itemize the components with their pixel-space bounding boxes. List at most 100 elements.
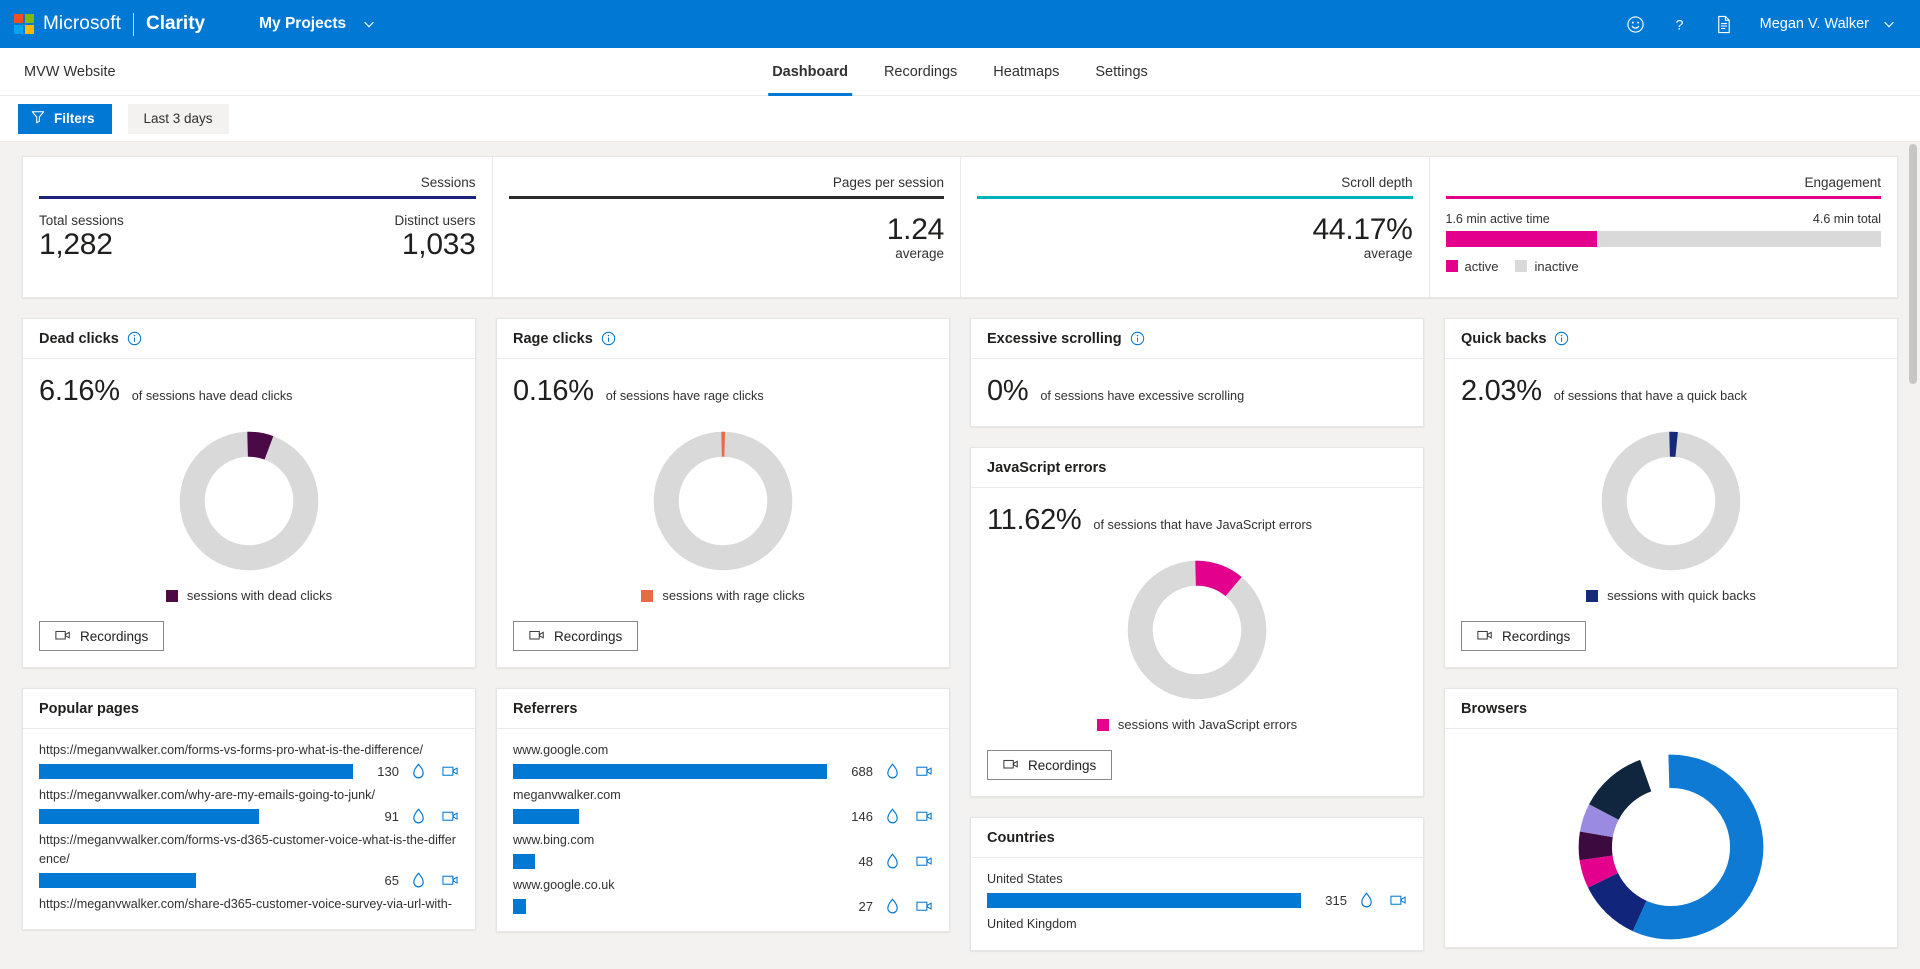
heatmap-icon[interactable] — [885, 808, 900, 825]
javascript-errors-percent: 11.62% — [987, 504, 1081, 537]
video-camera-icon[interactable] — [442, 765, 459, 777]
filter-icon — [31, 110, 45, 127]
countries-list: United States 315 — [971, 858, 1423, 950]
card-countries: Countries United States 315 — [970, 817, 1424, 951]
summary-scroll-depth: Scroll depth 44.17% average — [960, 157, 1429, 297]
distinct-users-label: Distinct users — [394, 213, 475, 228]
dead-clicks-legend-label: sessions with dead clicks — [187, 588, 332, 603]
tab-dashboard-label: Dashboard — [772, 64, 848, 80]
dead-clicks-title: Dead clicks — [39, 331, 119, 347]
chevron-down-icon — [1882, 17, 1896, 31]
card-popular-pages: Popular pages https://meganvwalker.com/f… — [22, 688, 476, 930]
pages-per-session-rule — [509, 196, 945, 199]
rage-clicks-legend-label: sessions with rage clicks — [662, 588, 804, 603]
info-icon[interactable] — [1130, 331, 1145, 346]
engagement-title: Engagement — [1446, 175, 1882, 190]
popular-page-value: 65 — [365, 873, 399, 888]
referrer-label: www.bing.com — [513, 831, 933, 850]
video-camera-icon[interactable] — [1390, 894, 1407, 906]
column-4: Quick backs 2.03% of sessions that have … — [1444, 318, 1898, 948]
filters-button[interactable]: Filters — [18, 104, 112, 134]
referrer-label: www.google.com — [513, 741, 933, 760]
info-icon[interactable] — [127, 331, 142, 346]
user-name-label: Megan V. Walker — [1760, 16, 1869, 32]
tab-recordings[interactable]: Recordings — [866, 48, 975, 96]
summary-pages-per-session: Pages per session 1.24 average — [492, 157, 961, 297]
heatmap-icon[interactable] — [411, 872, 426, 889]
video-camera-icon[interactable] — [442, 874, 459, 886]
info-icon[interactable] — [601, 331, 616, 346]
heatmap-icon[interactable] — [885, 763, 900, 780]
scrollbar-thumb[interactable] — [1909, 144, 1917, 384]
rage-clicks-donut — [497, 408, 949, 580]
rage-clicks-legend: sessions with rage clicks — [497, 580, 949, 603]
tab-heatmaps[interactable]: Heatmaps — [975, 48, 1077, 96]
heatmap-icon[interactable] — [885, 853, 900, 870]
rage-clicks-recordings-button[interactable]: Recordings — [513, 621, 638, 651]
date-range-button[interactable]: Last 3 days — [128, 104, 229, 134]
video-camera-icon[interactable] — [916, 900, 933, 912]
video-camera-icon — [529, 629, 545, 644]
javascript-errors-recordings-button[interactable]: Recordings — [987, 750, 1112, 780]
card-rage-clicks: Rage clicks 0.16% of sessions have rage … — [496, 318, 950, 668]
dashboard-content: Sessions Total sessions 1,282 Distinct u… — [0, 142, 1920, 969]
bar-track — [39, 764, 353, 779]
referrer-value: 48 — [839, 854, 873, 869]
referrer-label: www.google.co.uk — [513, 876, 933, 895]
dead-clicks-donut — [23, 408, 475, 580]
brand[interactable]: Microsoft Clarity — [14, 13, 205, 36]
video-camera-icon — [1003, 758, 1019, 773]
heatmap-icon[interactable] — [885, 898, 900, 915]
tab-settings-label: Settings — [1095, 64, 1147, 80]
tab-heatmaps-label: Heatmaps — [993, 64, 1059, 80]
javascript-errors-donut — [971, 537, 1423, 709]
popular-pages-title: Popular pages — [39, 701, 139, 717]
list-item: United States 315 — [987, 870, 1407, 909]
heatmap-icon[interactable] — [411, 808, 426, 825]
scroll-depth-rule — [977, 196, 1413, 199]
user-menu[interactable]: Megan V. Walker — [1746, 10, 1902, 38]
list-item: https://meganvwalker.com/forms-vs-d365-c… — [39, 831, 459, 889]
filter-bar: Filters Last 3 days — [0, 96, 1920, 142]
scroll-depth-sub: average — [977, 246, 1413, 261]
quick-backs-percent: 2.03% — [1461, 375, 1542, 408]
document-icon[interactable] — [1702, 2, 1746, 46]
header-actions: ? Megan V. Walker — [1614, 2, 1902, 46]
scrollbar[interactable] — [1906, 142, 1920, 969]
card-dead-clicks: Dead clicks 6.16% of sessions have dead … — [22, 318, 476, 668]
list-item: www.google.com 688 — [513, 741, 933, 780]
column-3: Excessive scrolling 0% of sessions have … — [970, 318, 1424, 951]
legend-swatch-inactive — [1515, 260, 1527, 272]
bar-track — [513, 899, 827, 914]
excessive-scrolling-description: of sessions have excessive scrolling — [1040, 389, 1244, 403]
quick-backs-description: of sessions that have a quick back — [1554, 389, 1747, 403]
rage-clicks-description: of sessions have rage clicks — [606, 389, 764, 403]
chevron-down-icon — [362, 17, 376, 31]
tab-settings[interactable]: Settings — [1077, 48, 1165, 96]
heatmap-icon[interactable] — [1359, 892, 1374, 909]
help-icon[interactable]: ? — [1658, 2, 1702, 46]
dead-clicks-recordings-button[interactable]: Recordings — [39, 621, 164, 651]
legend-label-inactive: inactive — [1534, 259, 1578, 274]
my-projects-menu[interactable]: My Projects — [251, 9, 384, 39]
legend-swatch-rage-clicks — [641, 590, 653, 602]
smiley-icon[interactable] — [1614, 2, 1658, 46]
heatmap-icon[interactable] — [411, 763, 426, 780]
dead-clicks-description: of sessions have dead clicks — [132, 389, 293, 403]
video-camera-icon[interactable] — [916, 765, 933, 777]
video-camera-icon — [55, 629, 71, 644]
list-item: United Kingdom — [987, 915, 1407, 934]
video-camera-icon[interactable] — [916, 810, 933, 822]
column-2: Rage clicks 0.16% of sessions have rage … — [496, 318, 950, 932]
tab-dashboard[interactable]: Dashboard — [754, 48, 866, 96]
info-icon[interactable] — [1554, 331, 1569, 346]
legend-label-active: active — [1465, 259, 1499, 274]
bar-track — [39, 873, 353, 888]
column-1: Dead clicks 6.16% of sessions have dead … — [22, 318, 476, 930]
video-camera-icon[interactable] — [916, 855, 933, 867]
quick-backs-recordings-button[interactable]: Recordings — [1461, 621, 1586, 651]
project-header: MVW Website Dashboard Recordings Heatmap… — [0, 48, 1920, 96]
bar-track — [513, 854, 827, 869]
video-camera-icon[interactable] — [442, 810, 459, 822]
popular-page-label: https://meganvwalker.com/forms-vs-forms-… — [39, 741, 459, 760]
